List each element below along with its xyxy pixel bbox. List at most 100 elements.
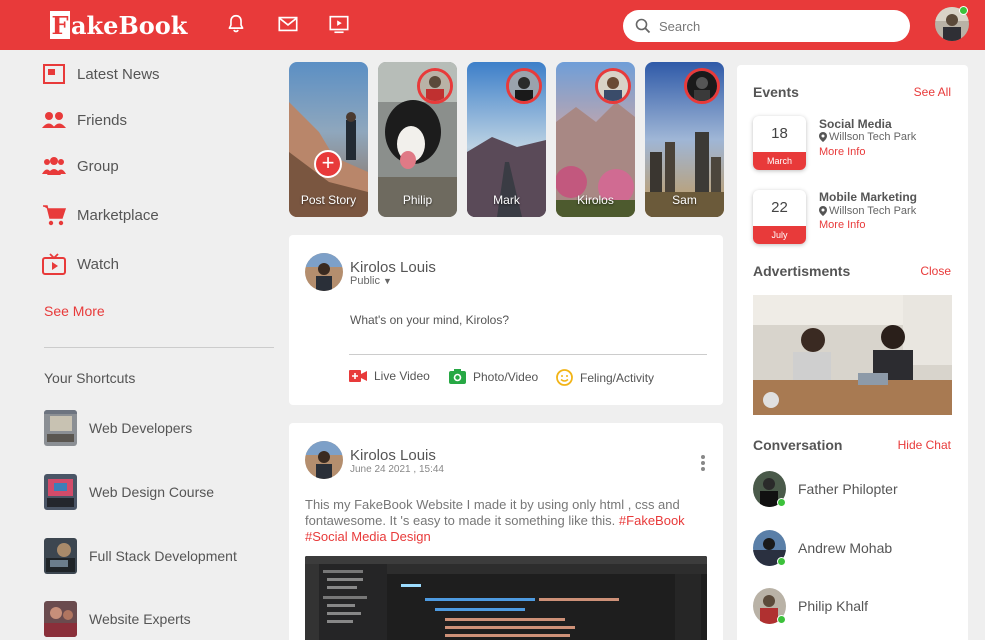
shortcut-label: Website Experts [89, 611, 191, 627]
camera-icon [449, 369, 466, 384]
sidebar-item-label: Group [77, 157, 119, 175]
search-bar[interactable] [623, 10, 910, 42]
add-story-icon[interactable]: + [314, 150, 342, 178]
cart-icon [42, 203, 66, 227]
right-sidebar: Events See All 18 March Social Media Wil… [737, 65, 968, 640]
event-day: 18 [771, 125, 788, 142]
event-location: Willson Tech Park [819, 205, 916, 217]
story-name: Sam [672, 193, 697, 207]
sidebar-item-group[interactable]: Group [42, 153, 119, 179]
bell-icon[interactable] [225, 13, 247, 35]
group-icon [42, 154, 66, 178]
hide-chat-link[interactable]: Hide Chat [898, 438, 951, 452]
contact-andrew-mohab[interactable]: Andrew Mohab [753, 530, 892, 566]
search-icon [635, 18, 651, 34]
story-post-story[interactable]: + Post Story [289, 62, 368, 217]
friends-icon [42, 108, 66, 132]
contact-avatar [753, 588, 786, 624]
shortcut-thumbnail [44, 538, 77, 574]
online-indicator [777, 615, 786, 624]
shortcut-label: Web Design Course [89, 484, 215, 500]
top-navbar: F akeBook [0, 0, 985, 50]
online-indicator [777, 557, 786, 566]
post-composer-input[interactable]: What's on your mind, Kirolos? [350, 313, 509, 327]
event-date-badge: 22 July [753, 190, 806, 244]
sidebar-divider [44, 347, 274, 348]
contact-avatar [753, 530, 786, 566]
story-avatar [506, 68, 542, 104]
logo-text: akeBook [71, 10, 188, 40]
event-day: 22 [771, 199, 788, 216]
hashtag[interactable]: #FakeBook [619, 513, 685, 528]
event-location: Willson Tech Park [819, 131, 916, 143]
shortcut-label: Full Stack Development [89, 548, 237, 564]
user-name: Kirolos Louis [350, 259, 436, 276]
more-options-icon[interactable] [701, 455, 705, 473]
sidebar-item-label: Watch [77, 255, 119, 273]
story-name: Post Story [300, 193, 357, 207]
ads-heading: Advertisments [753, 263, 851, 279]
composer-divider [349, 354, 707, 355]
event-more-info-link[interactable]: More Info [819, 219, 865, 231]
hashtag[interactable]: #Social Media Design [305, 529, 431, 544]
event-title: Mobile Marketing [819, 190, 918, 204]
event-more-info-link[interactable]: More Info [819, 146, 865, 158]
privacy-selector[interactable]: Public ▼ [350, 275, 392, 287]
shortcuts-heading: Your Shortcuts [44, 370, 136, 386]
post-image[interactable] [305, 556, 707, 640]
story-mark[interactable]: Mark [467, 62, 546, 217]
shortcut-thumbnail [44, 474, 77, 510]
sidebar-item-latest-news[interactable]: Latest News [42, 61, 160, 87]
event-title: Social Media [819, 117, 892, 131]
live-video-button[interactable]: Live Video [349, 369, 430, 383]
contact-father-philopter[interactable]: Father Philopter [753, 471, 898, 507]
sidebar-item-friends[interactable]: Friends [42, 107, 127, 133]
story-kirolos[interactable]: Kirolos [556, 62, 635, 217]
action-label: Live Video [374, 369, 430, 383]
sidebar-item-label: Latest News [77, 65, 160, 83]
shortcut-website-experts[interactable]: Website Experts [44, 601, 191, 637]
caret-down-icon: ▼ [383, 276, 392, 286]
sidebar-item-watch[interactable]: Watch [42, 251, 119, 277]
advertisement-image[interactable] [753, 295, 952, 415]
envelope-icon[interactable] [277, 13, 299, 35]
user-avatar [305, 253, 343, 291]
contact-philip-khalf[interactable]: Philip Khalf [753, 588, 868, 624]
post-author-name[interactable]: Kirolos Louis [350, 447, 436, 464]
online-indicator [959, 6, 968, 15]
sidebar-item-label: Marketplace [77, 206, 159, 224]
see-more-link[interactable]: See More [44, 303, 105, 319]
action-label: Feling/Activity [580, 370, 655, 385]
event-month: March [753, 152, 806, 170]
contact-avatar [753, 471, 786, 507]
search-input[interactable] [659, 18, 889, 34]
story-name: Philip [402, 193, 433, 207]
shortcut-thumbnail [44, 410, 77, 446]
action-label: Photo/Video [473, 369, 539, 384]
contact-name: Philip Khalf [798, 598, 869, 614]
tv-icon [42, 252, 66, 276]
sidebar-item-label: Friends [77, 111, 128, 129]
photo-video-button[interactable]: Photo/Video [449, 369, 538, 384]
video-icon[interactable] [328, 13, 350, 35]
post-body: This my FakeBook Website I made it by us… [305, 497, 685, 545]
fakebook-logo[interactable]: F akeBook [50, 9, 187, 41]
shortcut-thumbnail [44, 601, 77, 637]
story-name: Mark [493, 193, 520, 207]
feeling-activity-button[interactable]: Feling/Activity [556, 369, 654, 386]
news-icon [42, 62, 66, 86]
close-ads-link[interactable]: Close [920, 264, 951, 278]
contact-name: Father Philopter [798, 481, 898, 497]
events-heading: Events [753, 84, 799, 100]
shortcut-web-design-course[interactable]: Web Design Course [44, 474, 214, 510]
story-sam[interactable]: Sam [645, 62, 724, 217]
shortcut-full-stack-development[interactable]: Full Stack Development [44, 538, 237, 574]
post-author-avatar[interactable] [305, 441, 343, 479]
shortcut-web-developers[interactable]: Web Developers [44, 410, 192, 446]
sidebar-item-marketplace[interactable]: Marketplace [42, 202, 159, 228]
contact-name: Andrew Mohab [798, 540, 893, 556]
story-philip[interactable]: Philip [378, 62, 457, 217]
feed-post: Kirolos Louis June 24 2021 , 15:44 This … [289, 423, 723, 640]
see-all-events-link[interactable]: See All [914, 85, 951, 99]
post-date: June 24 2021 , 15:44 [350, 464, 444, 475]
